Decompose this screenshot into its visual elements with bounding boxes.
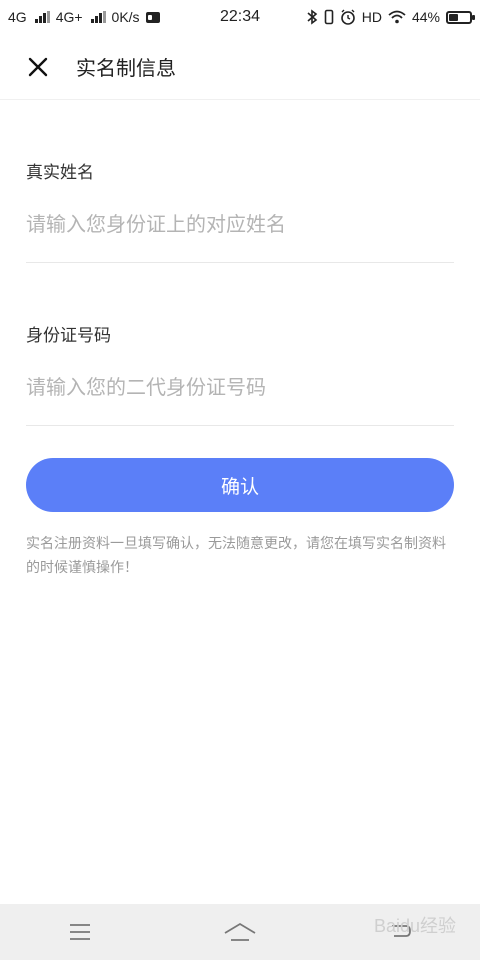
- alarm-icon: [340, 9, 355, 25]
- network-type-1: 4G: [8, 9, 27, 25]
- id-number-label: 身份证号码: [26, 326, 111, 346]
- real-name-form: 真实姓名 身份证号码 确认 实名注册资料一旦填写确认，无法随意更改，请您在填写实…: [26, 100, 454, 580]
- wifi-icon: [388, 10, 406, 24]
- signal-icon: [34, 11, 50, 23]
- menu-button[interactable]: [55, 912, 105, 952]
- status-bar: 4G 4G+ 0K/s 22:34 HD 44%: [0, 0, 480, 34]
- status-bar-left: 4G 4G+ 0K/s: [8, 9, 160, 25]
- close-button[interactable]: [18, 47, 58, 87]
- confirm-button[interactable]: 确认: [26, 458, 454, 512]
- menu-icon: [70, 924, 90, 940]
- signal-icon: [90, 11, 106, 23]
- network-type-2: 4G+: [55, 9, 83, 25]
- id-number-input[interactable]: [26, 349, 454, 425]
- hd-label: HD: [361, 9, 382, 25]
- name-label: 真实姓名: [26, 163, 94, 183]
- real-name-info-screen: 4G 4G+ 0K/s 22:34 HD 44% 实名制信息 真实姓名 请输入您…: [0, 0, 480, 960]
- notice-text: 实名注册资料一旦填写确认，无法随意更改，请您在填写实名制资料的时候谨慎操作！: [26, 536, 446, 576]
- network-speed: 0K/s: [111, 9, 140, 25]
- system-nav-bar: [0, 904, 480, 960]
- home-icon: [224, 922, 256, 941]
- id-card-icon: [145, 11, 160, 23]
- status-bar-right: HD 44%: [306, 9, 475, 25]
- page-title: 实名制信息: [76, 56, 176, 80]
- back-button[interactable]: [375, 912, 425, 952]
- battery-icon: [446, 10, 475, 24]
- close-icon: [28, 57, 48, 76]
- id-number-field: 身份证号码: [26, 263, 454, 426]
- battery-percent: 44%: [411, 9, 440, 25]
- name-field: 真实姓名: [26, 100, 454, 263]
- app-header: 实名制信息: [0, 34, 480, 100]
- name-input[interactable]: [26, 186, 454, 262]
- back-icon: [392, 925, 411, 937]
- home-button[interactable]: [215, 912, 265, 952]
- vibrate-icon: [324, 9, 334, 25]
- bluetooth-icon: [307, 9, 318, 25]
